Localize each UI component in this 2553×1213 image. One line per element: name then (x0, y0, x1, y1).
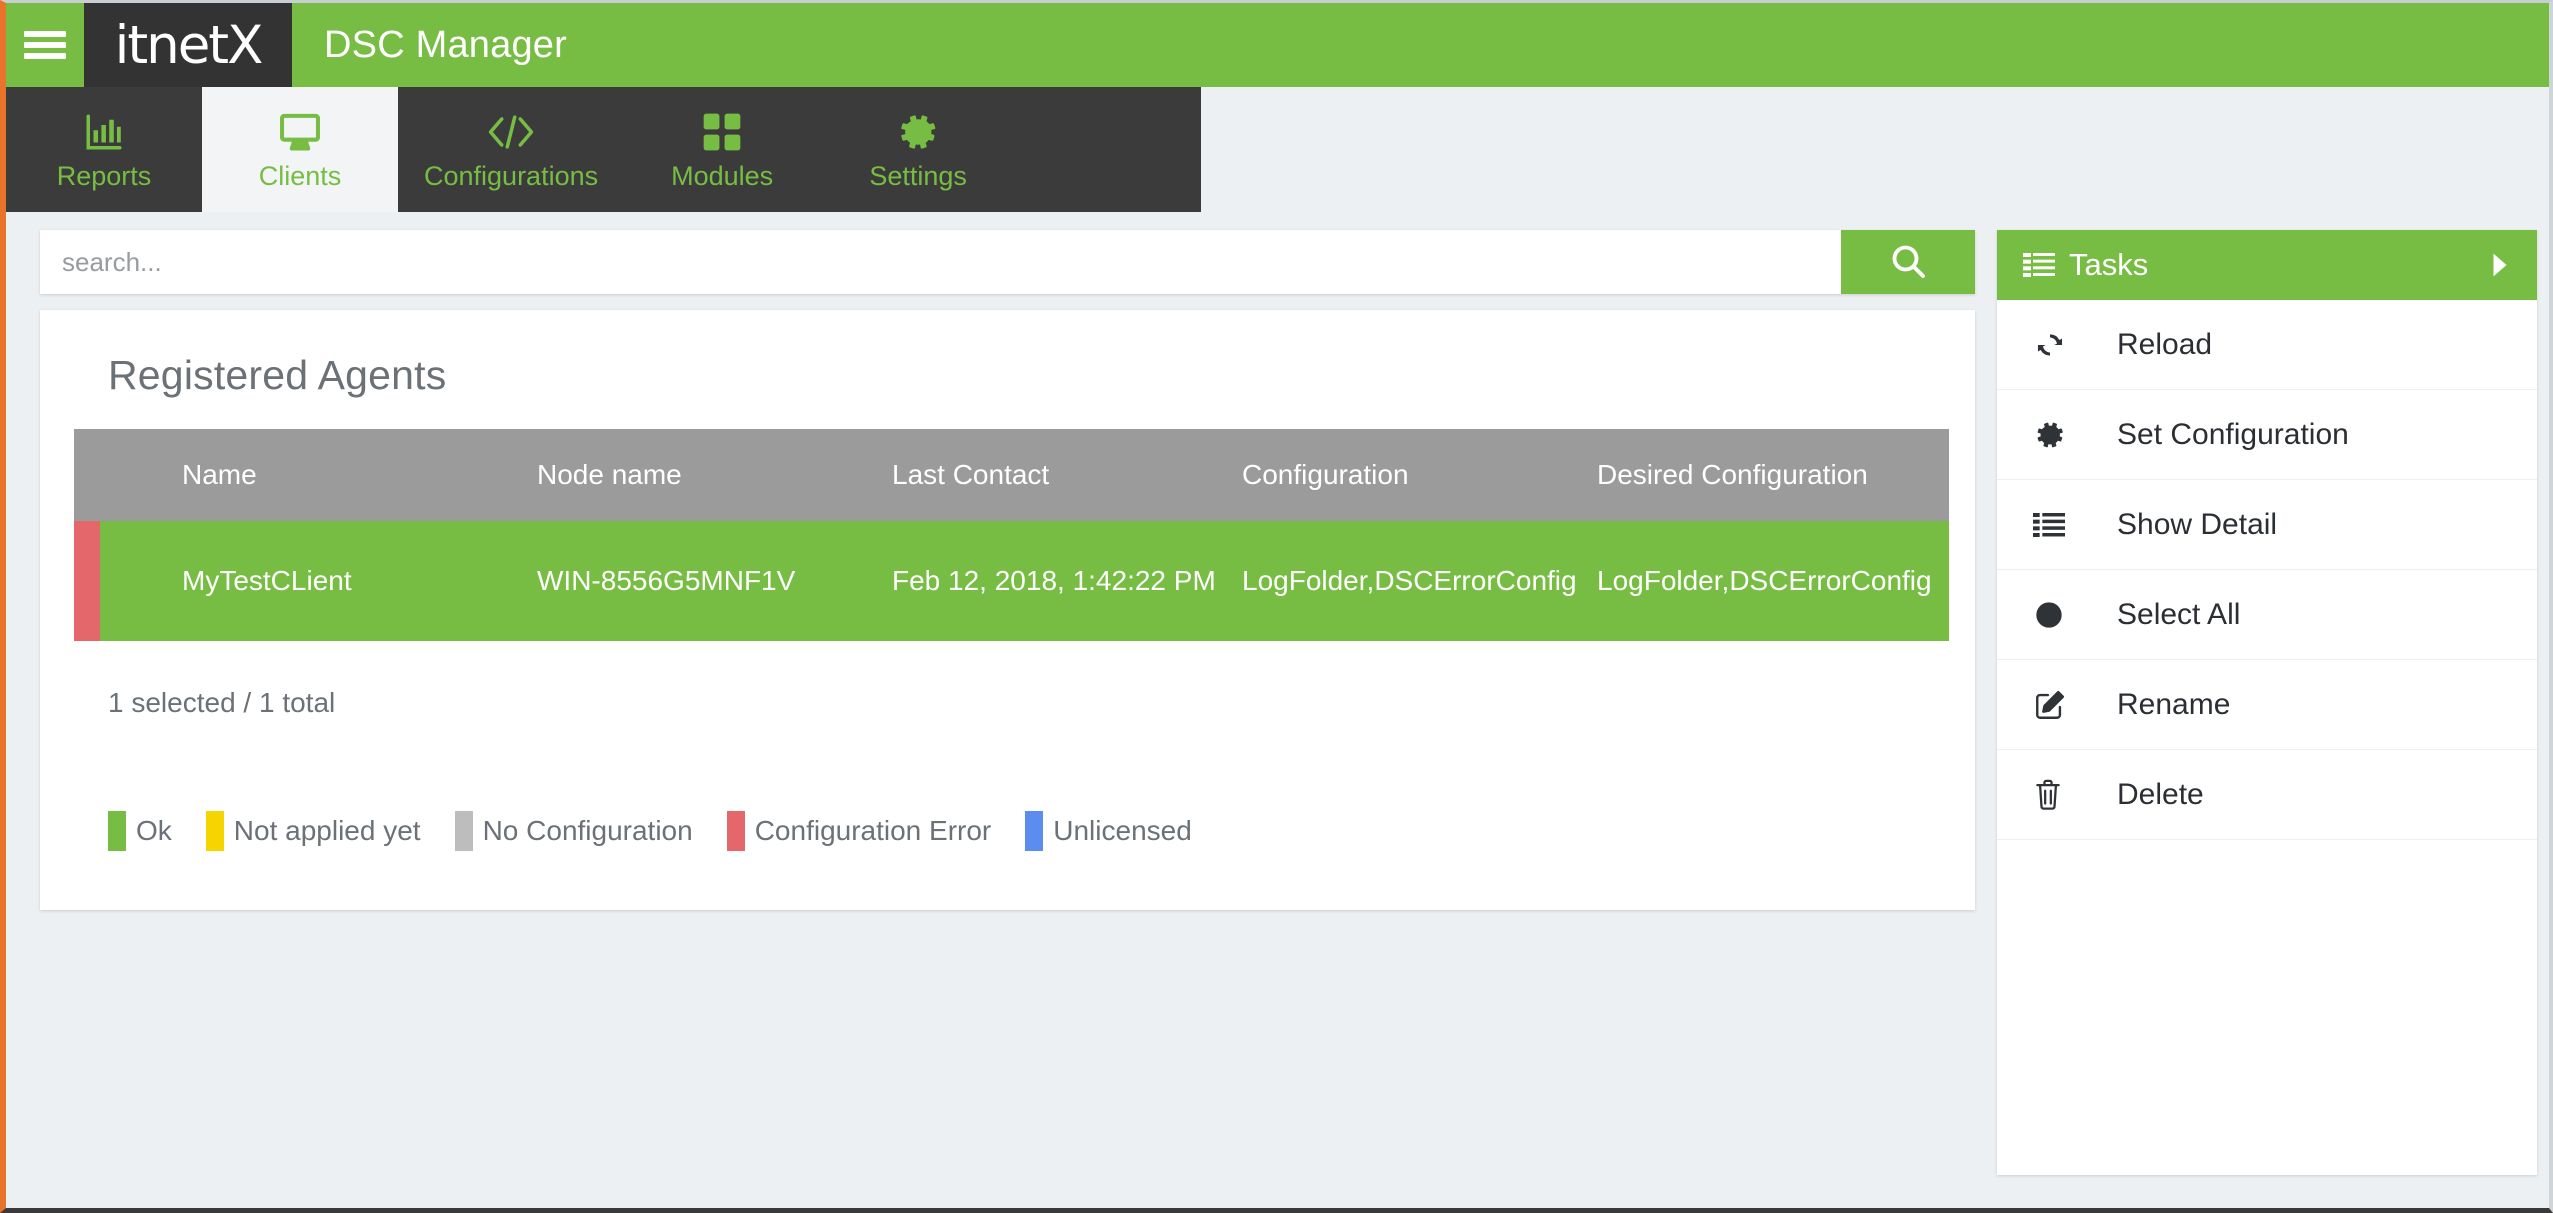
table-header: Name Node name Last Contact Configuratio… (74, 429, 1949, 521)
table-body: MyTestCLient WIN-8556G5MNF1V Feb 12, 201… (74, 521, 1949, 641)
bar-chart-icon (82, 109, 126, 155)
pencil-square-icon (2033, 688, 2103, 722)
tab-configurations[interactable]: Configurations (398, 87, 624, 212)
task-item-label: Show Detail (2117, 507, 2278, 541)
cell-node-name: WIN-8556G5MNF1V (527, 521, 882, 641)
legend-label: Configuration Error (754, 815, 992, 846)
cell-configuration: LogFolder,DSCErrorConfig (1232, 521, 1587, 641)
search-bar (40, 230, 1975, 294)
legend-label: Not applied yet (233, 815, 421, 846)
legend-swatch-unlicensed (1025, 811, 1044, 851)
agents-table: Name Node name Last Contact Configuratio… (74, 429, 1949, 641)
brand-bar: itnetX DSC Manager (6, 3, 2549, 87)
selection-count: 1 selected / 1 total (108, 687, 336, 718)
nav-tabs: Reports Clients Configurations Modules S… (6, 87, 2549, 212)
legend-item: Ok (108, 811, 172, 851)
grid-icon (700, 109, 744, 155)
refresh-icon (2033, 328, 2103, 362)
main-column: Registered Agents Name Node name Last Co… (40, 230, 1975, 1208)
tab-modules[interactable]: Modules (624, 87, 820, 212)
list-icon (2023, 251, 2055, 279)
hamburger-icon[interactable] (6, 3, 84, 87)
tasks-panel-header[interactable]: Tasks (1997, 230, 2537, 300)
legend-item: No Configuration (454, 811, 693, 851)
tasks-panel: Tasks Reload Set Configuration Show Deta… (1997, 230, 2537, 1175)
header-accent-spacer (74, 429, 100, 521)
tab-label: Modules (671, 161, 774, 191)
legend-swatch-no-configuration (454, 811, 473, 851)
column-header-name[interactable]: Name (172, 429, 527, 521)
search-input[interactable] (40, 230, 1841, 294)
cell-last-contact: Feb 12, 2018, 1:42:22 PM (882, 521, 1232, 641)
logo[interactable]: itnetX (84, 3, 292, 87)
row-select-cell[interactable] (100, 521, 172, 641)
task-item-label: Rename (2117, 687, 2231, 721)
legend-item: Not applied yet (205, 811, 421, 851)
monitor-icon (277, 109, 323, 155)
tab-reports[interactable]: Reports (6, 87, 202, 212)
legend-label: Ok (136, 815, 172, 846)
search-button[interactable] (1841, 230, 1975, 294)
legend-swatch-configuration-error (726, 811, 745, 851)
tab-clients[interactable]: Clients (202, 87, 398, 212)
task-item-label: Select All (2117, 597, 2241, 631)
tab-settings[interactable]: Settings (820, 87, 1016, 212)
status-legend: Ok Not applied yet No Configuration Conf… (108, 811, 1941, 851)
tab-label: Configurations (424, 161, 599, 191)
code-icon (485, 109, 537, 155)
gear-icon (895, 109, 941, 155)
search-icon (1888, 241, 1928, 284)
legend-item: Configuration Error (726, 811, 992, 851)
gear-icon (2033, 418, 2103, 452)
legend-label: Unlicensed (1053, 815, 1192, 846)
tasks-panel-title: Tasks (2069, 247, 2149, 282)
legend-item: Unlicensed (1025, 811, 1192, 851)
chevron-right-icon[interactable] (2489, 252, 2511, 278)
card-title: Registered Agents (108, 352, 447, 398)
header-status-spacer (100, 429, 172, 521)
legend-label: No Configuration (482, 815, 693, 846)
hamburger-bar (24, 42, 66, 48)
filled-circle-icon (2033, 599, 2103, 631)
tab-label: Reports (56, 161, 152, 191)
trash-icon (2033, 778, 2103, 812)
task-item-label: Set Configuration (2117, 417, 2349, 451)
task-item-select-all[interactable]: Select All (1997, 570, 2537, 660)
hamburger-bar (24, 53, 66, 59)
column-header-last-contact[interactable]: Last Contact (882, 429, 1232, 521)
task-item-label: Delete (2117, 777, 2204, 811)
list-detail-icon (2033, 511, 2103, 539)
column-header-desired-configuration[interactable]: Desired Configuration (1587, 429, 1949, 521)
table-header-row: Name Node name Last Contact Configuratio… (74, 429, 1949, 521)
task-item-label: Reload (2117, 327, 2213, 361)
task-item-delete[interactable]: Delete (1997, 750, 2537, 840)
table-row[interactable]: MyTestCLient WIN-8556G5MNF1V Feb 12, 201… (74, 521, 1949, 641)
task-item-reload[interactable]: Reload (1997, 300, 2537, 390)
task-item-set-configuration[interactable]: Set Configuration (1997, 390, 2537, 480)
tasks-column: Tasks Reload Set Configuration Show Deta… (1997, 230, 2537, 1208)
hamburger-bar (24, 31, 66, 37)
task-item-rename[interactable]: Rename (1997, 660, 2537, 750)
row-status-accent-bar (74, 521, 100, 641)
legend-swatch-not-applied-yet (205, 811, 224, 851)
legend-swatch-ok (108, 811, 126, 851)
tab-label: Clients (258, 161, 342, 191)
task-item-show-detail[interactable]: Show Detail (1997, 480, 2537, 570)
cell-desired-configuration: LogFolder,DSCErrorConfig (1587, 521, 1949, 641)
column-header-configuration[interactable]: Configuration (1232, 429, 1587, 521)
cell-name: MyTestCLient (172, 521, 527, 641)
registered-agents-card: Registered Agents Name Node name Last Co… (40, 310, 1975, 910)
page-body: Registered Agents Name Node name Last Co… (6, 212, 2549, 1208)
page-title: DSC Manager (324, 23, 567, 66)
logo-text: itnetX (114, 14, 264, 76)
column-header-node-name[interactable]: Node name (527, 429, 882, 521)
tab-label: Settings (869, 161, 967, 191)
